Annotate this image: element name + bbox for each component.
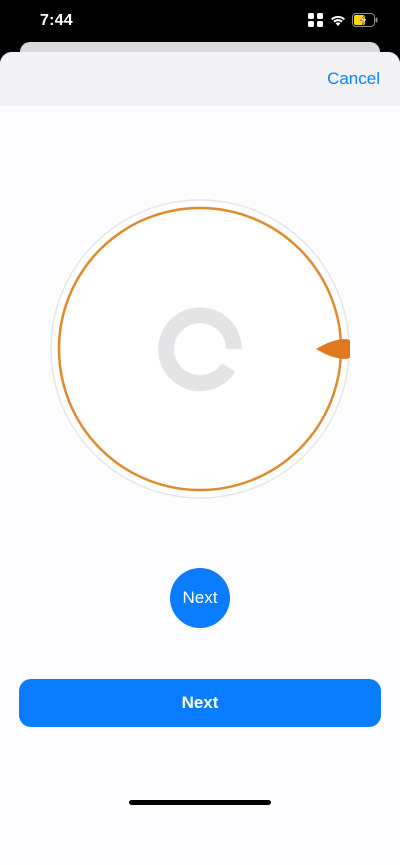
dial [50, 199, 350, 499]
battery-charging-icon [352, 13, 378, 27]
dial-track [50, 199, 350, 499]
status-bar: 7:44 [0, 0, 400, 44]
status-time: 7:44 [40, 12, 73, 29]
screen: 7:44 Cancel Next Next [0, 0, 400, 865]
next-circle-button[interactable]: Next [170, 568, 230, 628]
next-button[interactable]: Next [19, 679, 381, 727]
cellular-icon [308, 13, 323, 27]
sheet-header: Cancel [0, 52, 400, 106]
home-indicator [129, 800, 271, 805]
cancel-button[interactable]: Cancel [327, 69, 380, 89]
wifi-icon [331, 15, 345, 26]
status-icons [308, 13, 378, 27]
dial-graphic [50, 199, 350, 499]
